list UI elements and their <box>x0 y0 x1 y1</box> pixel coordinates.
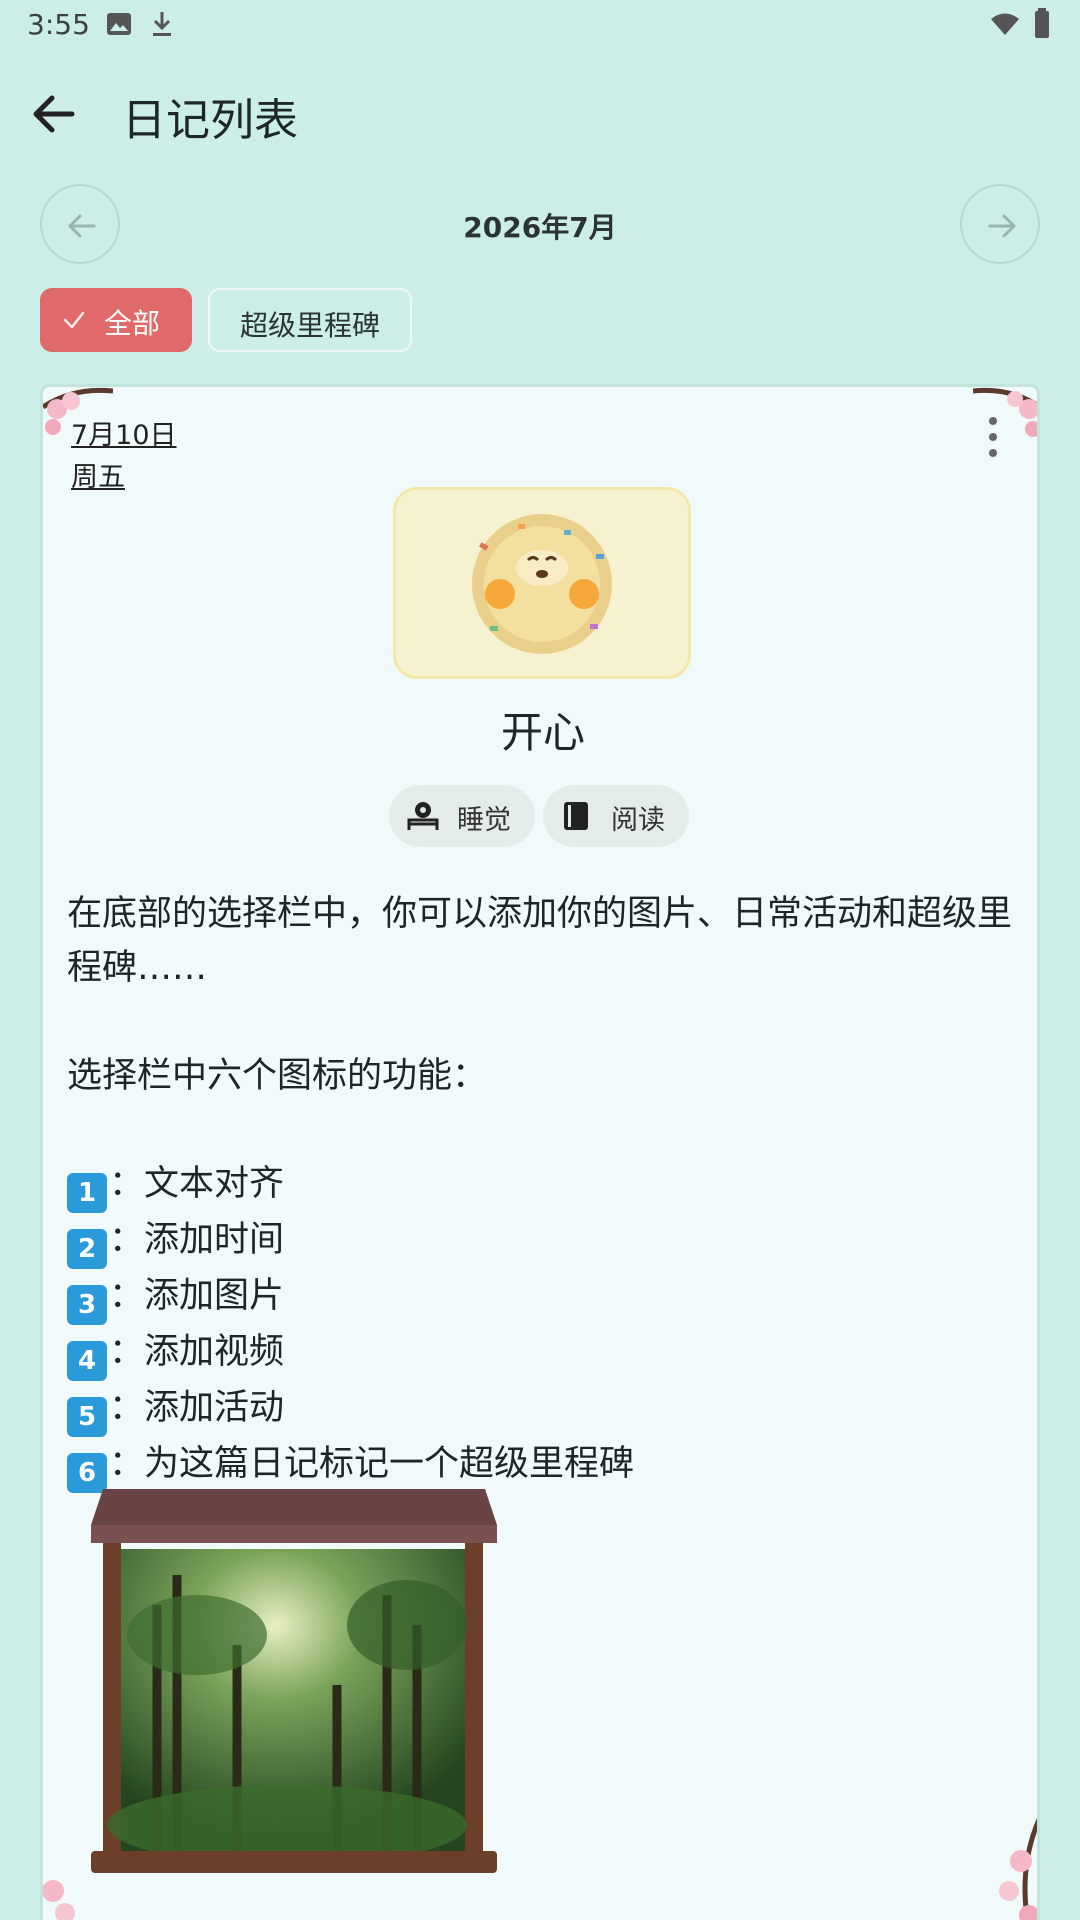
entry-date-weekday: 周五 <box>71 462 125 493</box>
wifi-icon <box>991 13 1019 35</box>
keycap-number-icon: 5 <box>67 1397 107 1437</box>
entry-paragraph: 在底部的选择栏中，你可以添加你的图片、日常活动和超级里程碑…… <box>67 894 1013 988</box>
blossom-decoration-icon <box>999 1818 1037 1920</box>
back-button[interactable] <box>28 86 84 142</box>
list-item: 2 ：添加时间 <box>67 1213 1017 1269</box>
keycap-number-icon: 2 <box>67 1229 107 1269</box>
image-notification-icon <box>107 13 131 35</box>
keycap-number-icon: 3 <box>67 1285 107 1325</box>
more-options-icon[interactable] <box>981 413 1005 465</box>
activity-tag-sleep[interactable]: 睡觉 <box>389 785 535 847</box>
entry-paragraph: 选择栏中六个图标的功能： <box>67 1056 488 1096</box>
filter-chip-milestone-label: 超级里程碑 <box>239 309 380 342</box>
mood-sticker <box>393 487 691 679</box>
filter-chip-milestone[interactable]: 超级里程碑 <box>208 288 412 352</box>
status-time: 3:55 <box>27 8 90 41</box>
feature-list: 1 ：文本对齐 2 ：添加时间 3 ：添加图片 4 ：添加视频 5 ：添加活动 6 ：为这篇… <box>67 1157 1017 1493</box>
book-icon <box>564 802 588 830</box>
filter-chip-all-label: 全部 <box>104 307 161 340</box>
sleep-icon <box>407 802 439 830</box>
activity-tag-sleep-label: 睡觉 <box>457 805 511 836</box>
filter-chip-all[interactable]: 全部 <box>40 288 192 352</box>
entry-date-day: 7月10日 <box>71 420 177 451</box>
activity-tag-read[interactable]: 阅读 <box>543 785 689 847</box>
battery-icon <box>1035 8 1049 38</box>
forest-window-image <box>91 1489 497 1873</box>
entry-body: 在底部的选择栏中，你可以添加你的图片、日常活动和超级里程碑…… 选择栏中六个图标… <box>67 887 1017 1493</box>
list-item: 1 ：文本对齐 <box>67 1157 1017 1213</box>
activity-tag-read-label: 阅读 <box>611 805 665 836</box>
blossom-decoration-icon <box>43 1880 75 1920</box>
page-title: 日记列表 <box>122 95 298 146</box>
download-notification-icon <box>153 12 171 36</box>
mood-label: 开心 <box>500 708 585 757</box>
list-item: 4 ：添加视频 <box>67 1325 1017 1381</box>
check-icon <box>63 311 85 329</box>
list-item: 5 ：添加活动 <box>67 1381 1017 1437</box>
keycap-number-icon: 4 <box>67 1341 107 1381</box>
entry-photo[interactable] <box>87 1485 501 1891</box>
entry-date[interactable]: 7月10日 周五 <box>71 415 177 499</box>
list-item: 3 ：添加图片 <box>67 1269 1017 1325</box>
next-month-button[interactable] <box>960 184 1040 264</box>
month-label: 2026年7月 <box>463 211 617 244</box>
diary-entry-card[interactable]: 7月10日 周五 开心 睡觉 阅读 在底部的选择栏中，你可以添加你的图片、日常活… <box>40 384 1040 1920</box>
happy-hedgehog-icon <box>472 514 612 654</box>
keycap-number-icon: 1 <box>67 1173 107 1213</box>
arrow-left-icon <box>33 95 75 133</box>
app-bar: 日记列表 <box>0 60 1080 170</box>
status-bar: 3:55 <box>0 0 1080 52</box>
arrow-right-icon <box>988 214 1016 238</box>
